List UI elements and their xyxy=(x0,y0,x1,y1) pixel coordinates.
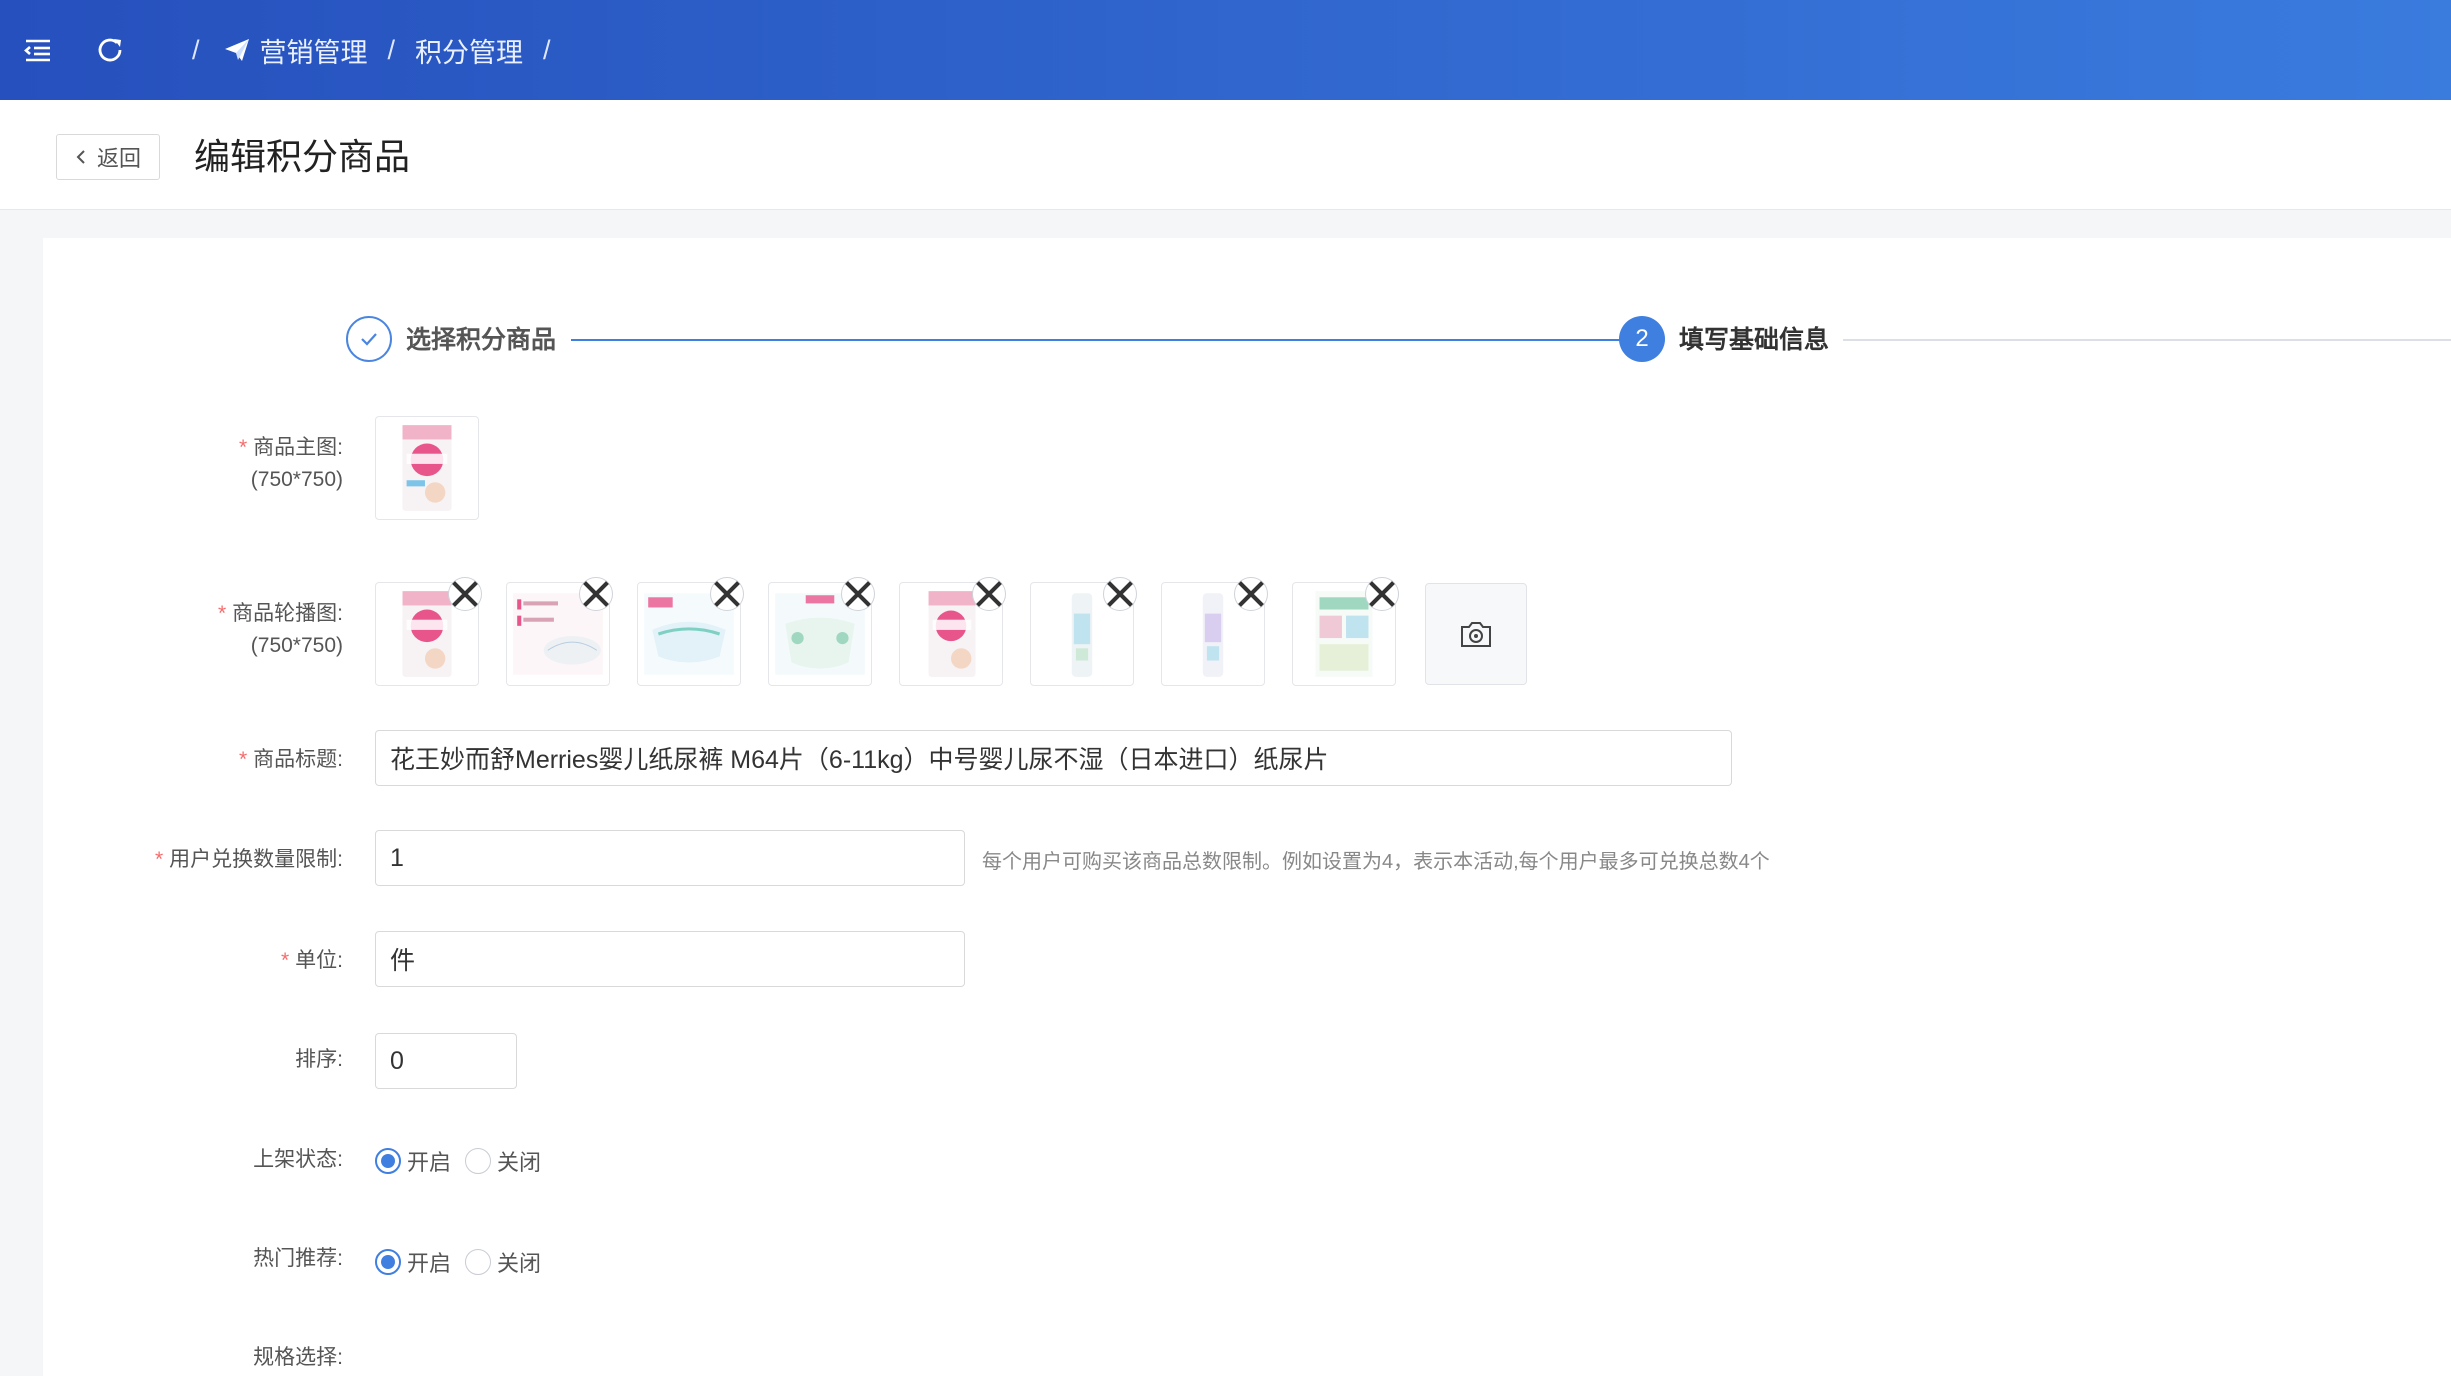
limit-hint: 每个用户可购买该商品总数限制。例如设置为4，表示本活动,每个用户最多可兑换总数4… xyxy=(982,851,1770,873)
step-connector xyxy=(1843,339,2451,341)
remove-image-close-icon[interactable] xyxy=(1234,577,1268,611)
remove-image-close-icon[interactable] xyxy=(448,577,482,611)
step-2-number: 2 xyxy=(1619,316,1665,362)
carousel-size: (750*750) xyxy=(250,634,343,657)
remove-image-close-icon[interactable] xyxy=(972,577,1006,611)
back-button-label: 返回 xyxy=(96,146,141,171)
step-connector xyxy=(571,339,1643,341)
carousel-thumbnail[interactable] xyxy=(1030,577,1137,686)
top-header: / 营销管理 / 积分管理 / xyxy=(0,0,2451,100)
back-button[interactable]: 返回 xyxy=(56,134,160,180)
breadcrumb-separator: / xyxy=(387,34,396,65)
page-header: 返回 编辑积分商品 xyxy=(0,100,2451,210)
remove-image-close-icon[interactable] xyxy=(841,577,875,611)
remove-image-close-icon[interactable] xyxy=(1103,577,1137,611)
remove-image-close-icon[interactable] xyxy=(710,577,744,611)
main-image-thumbnail[interactable] xyxy=(375,416,479,520)
camera-icon xyxy=(1461,622,1491,647)
remove-image-close-icon[interactable] xyxy=(1365,577,1399,611)
hot-radio-on[interactable]: 开启 xyxy=(375,1246,451,1278)
sort-input[interactable]: 0 xyxy=(375,1033,517,1089)
sort-label: 排序: xyxy=(295,1048,343,1071)
status-radio-off[interactable]: 关闭 xyxy=(465,1145,541,1177)
required-mark: * xyxy=(217,602,227,625)
breadcrumb-item-marketing[interactable]: 营销管理 xyxy=(260,31,368,70)
carousel-thumbnail[interactable] xyxy=(768,577,875,686)
upload-image-button[interactable] xyxy=(1425,583,1527,685)
carousel-thumbnail[interactable] xyxy=(375,577,482,686)
remove-image-close-icon[interactable] xyxy=(579,577,613,611)
title-label: * 商品标题: xyxy=(238,748,343,771)
step-2-label: 填写基础信息 xyxy=(1679,326,1830,354)
chevron-left-icon xyxy=(76,150,85,164)
paper-plane-icon xyxy=(224,38,250,62)
hot-radio-group: 开启 关闭 xyxy=(375,1246,555,1278)
carousel-thumbnail[interactable] xyxy=(637,577,744,686)
menu-fold-icon[interactable] xyxy=(16,28,60,72)
radio-checked-icon xyxy=(375,1249,401,1275)
page-title: 编辑积分商品 xyxy=(194,136,411,177)
carousel-thumbnail[interactable] xyxy=(899,577,1006,686)
unit-label: * 单位: xyxy=(280,949,343,972)
main-image-label: * 商品主图: (750*750) xyxy=(239,432,343,496)
title-input[interactable]: 花王妙而舒Merries婴儿纸尿裤 M64片（6-11kg）中号婴儿尿不湿（日本… xyxy=(375,730,1732,786)
limit-label: * 用户兑换数量限制: xyxy=(154,848,343,871)
radio-checked-icon xyxy=(375,1148,401,1174)
step-1-label: 选择积分商品 xyxy=(406,326,557,354)
carousel-thumbnail[interactable] xyxy=(1161,577,1268,686)
radio-unchecked-icon xyxy=(465,1148,492,1174)
required-mark: * xyxy=(238,436,248,459)
form-card: 选择积分商品 2 填写基础信息 * 商品主图: (750*750) * 商品轮播图:… xyxy=(43,238,2451,1376)
hot-label: 热门推荐: xyxy=(253,1247,343,1270)
carousel-label: * 商品轮播图: (750*750) xyxy=(218,598,343,662)
status-radio-group: 开启 关闭 xyxy=(375,1145,555,1177)
breadcrumb-item-points[interactable]: 积分管理 xyxy=(415,31,523,70)
breadcrumb-separator: / xyxy=(543,34,551,65)
carousel-thumbnail[interactable] xyxy=(506,577,613,686)
breadcrumb-separator: / xyxy=(192,34,200,65)
status-label: 上架状态: xyxy=(253,1148,343,1171)
diaper-package-image xyxy=(402,425,452,511)
refresh-icon[interactable] xyxy=(88,28,132,72)
hot-radio-off[interactable]: 关闭 xyxy=(465,1246,541,1278)
radio-unchecked-icon xyxy=(465,1249,492,1275)
limit-input[interactable]: 1 xyxy=(375,830,965,886)
carousel-thumbnail[interactable] xyxy=(1292,577,1399,686)
spec-label: 规格选择: xyxy=(253,1346,343,1369)
main-image-size: (750*750) xyxy=(250,468,343,491)
breadcrumb: / 营销管理 / 积分管理 / xyxy=(172,0,571,100)
unit-input[interactable]: 件 xyxy=(375,931,965,987)
status-radio-on[interactable]: 开启 xyxy=(375,1145,451,1177)
step-1-check-icon xyxy=(346,316,392,362)
